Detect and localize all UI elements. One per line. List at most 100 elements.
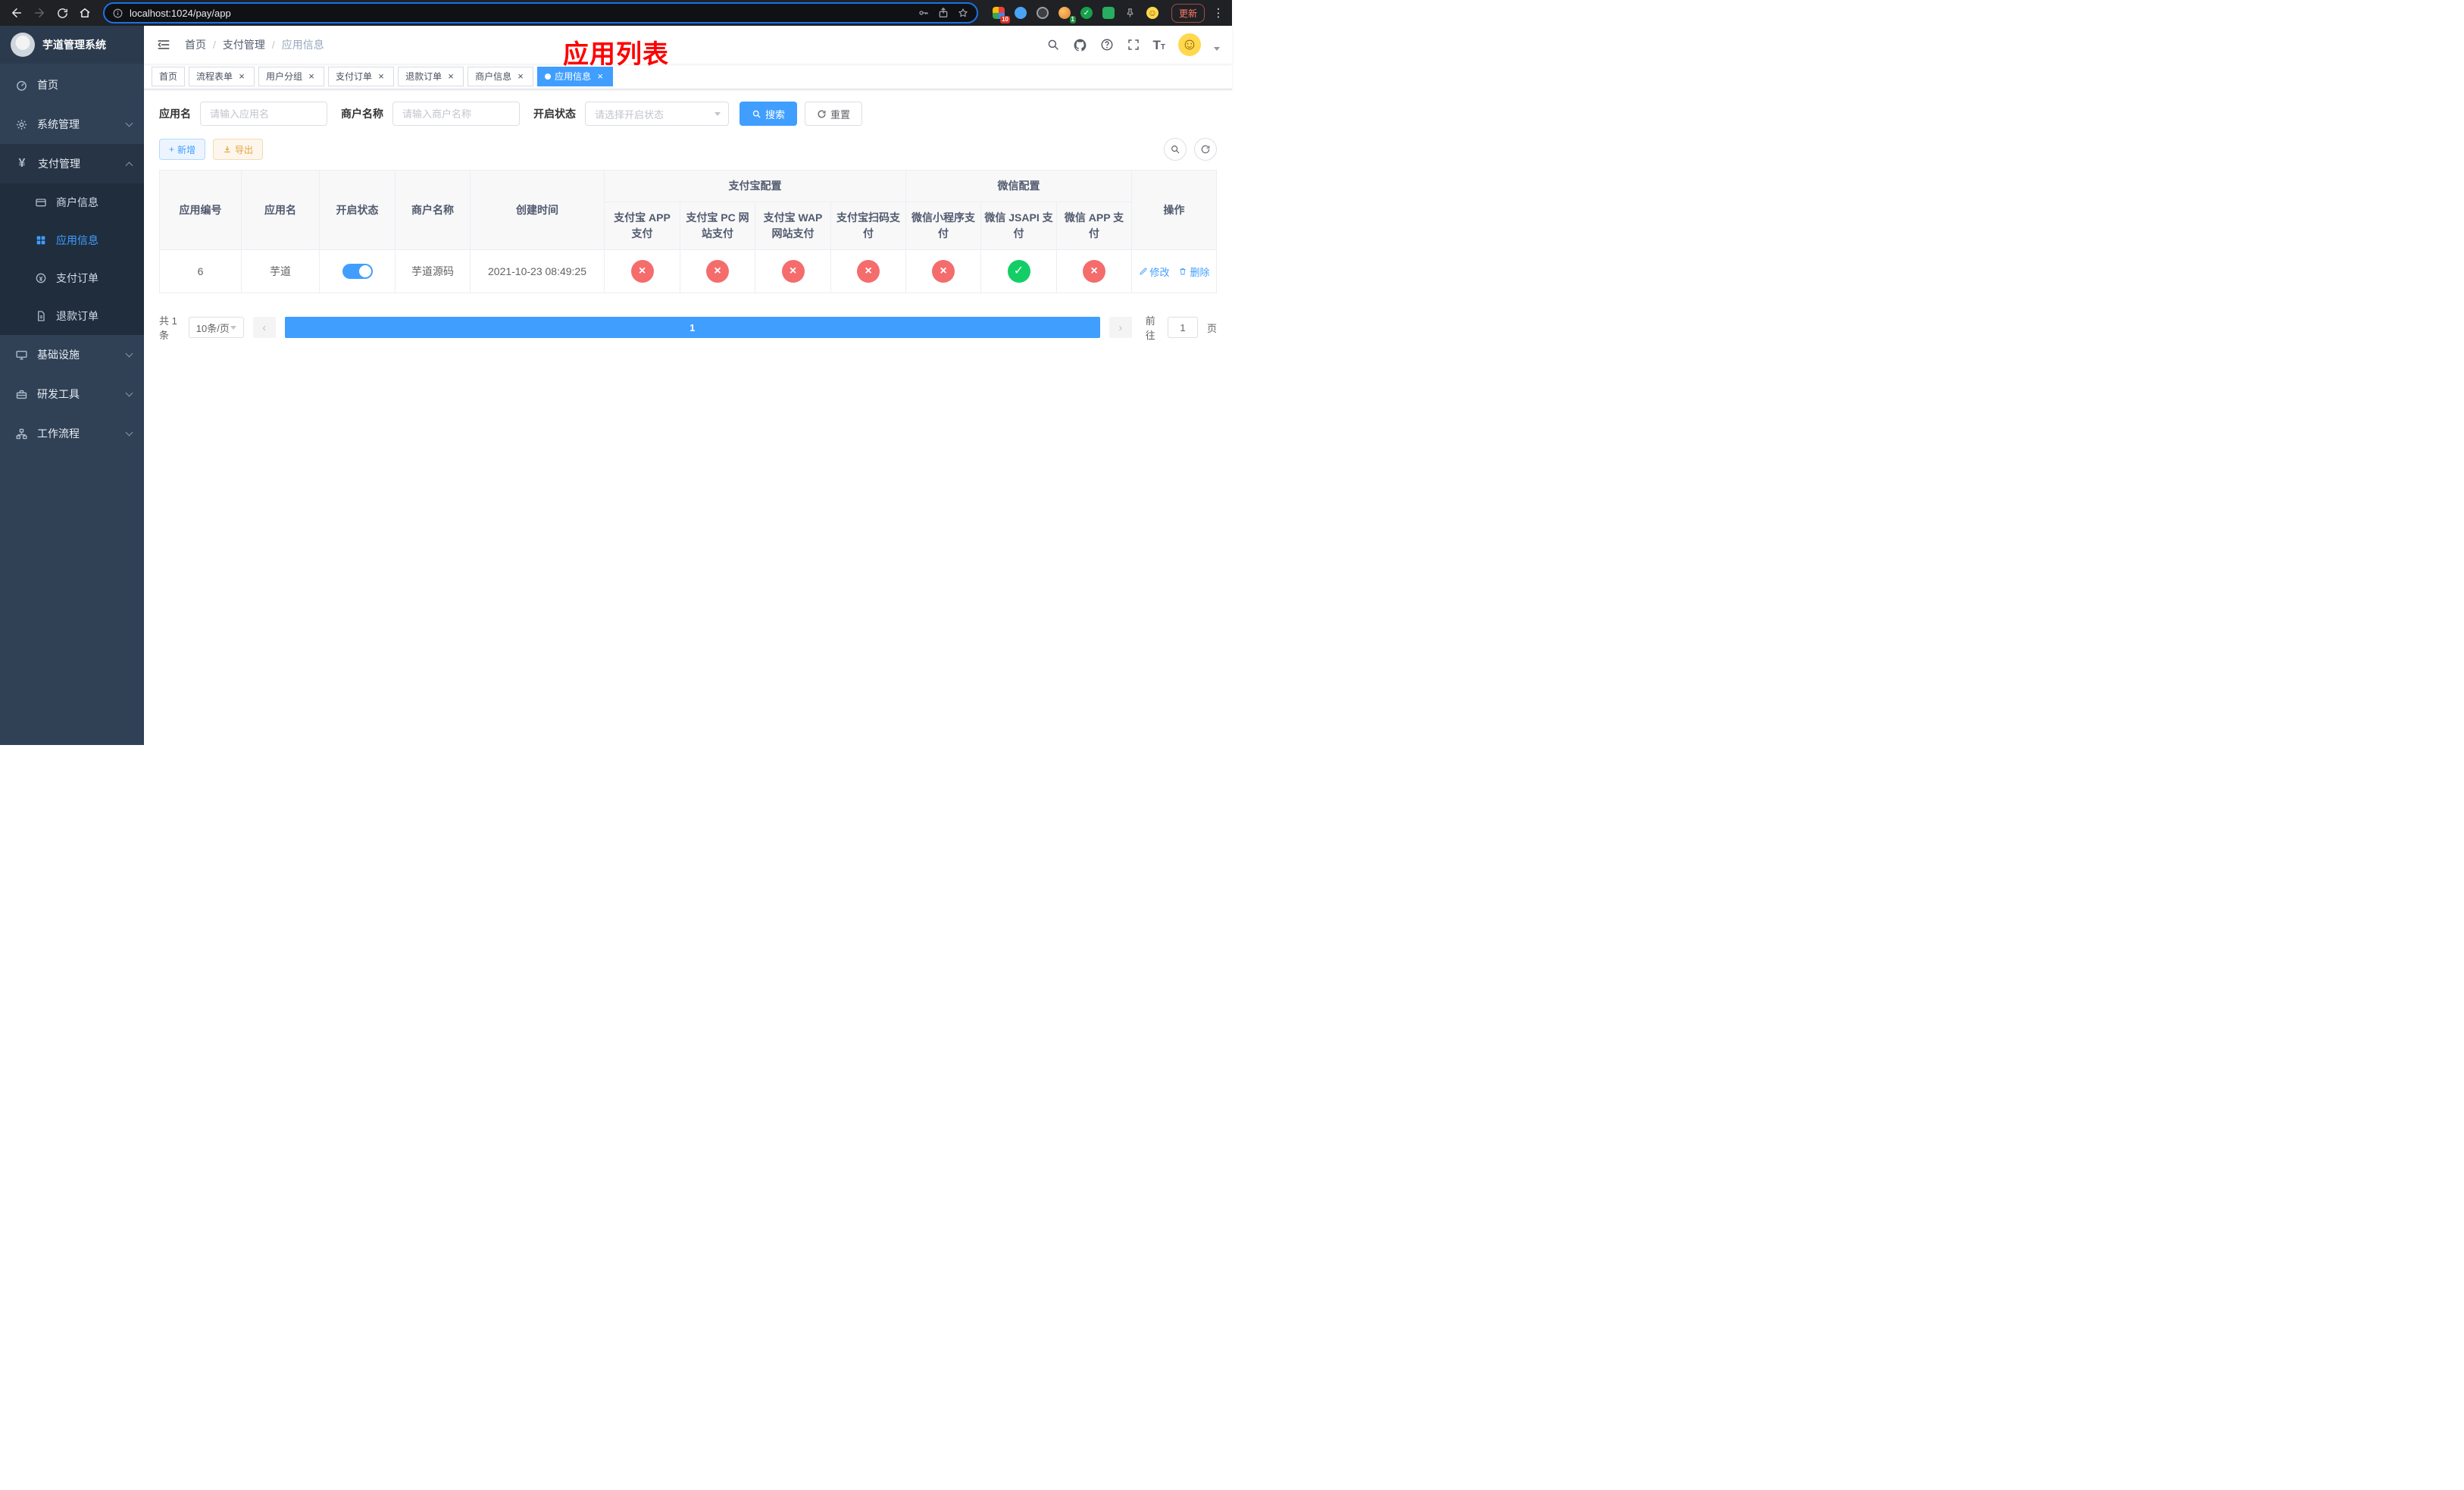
tab-user-group[interactable]: 用户分组 × <box>258 66 325 86</box>
site-info-icon[interactable] <box>112 8 124 19</box>
chevron-down-icon <box>125 389 133 397</box>
close-icon[interactable]: × <box>595 70 605 82</box>
tab-flow-form[interactable]: 流程表单 × <box>189 66 255 86</box>
back-icon[interactable] <box>6 2 27 23</box>
breadcrumb-item[interactable]: 支付管理 <box>223 37 265 52</box>
next-page-button[interactable]: › <box>1108 317 1132 338</box>
delete-link[interactable]: 删除 <box>1178 265 1209 279</box>
sidebar-item-label: 退款订单 <box>56 310 98 322</box>
share-icon[interactable] <box>937 7 949 19</box>
font-size-icon[interactable]: TT <box>1153 39 1166 52</box>
sidebar-item-infrastructure[interactable]: 基础设施 <box>0 335 144 374</box>
reset-button[interactable]: 重置 <box>805 102 863 126</box>
main-area: 首页 / 支付管理 / 应用信息 TT ☺ 首页 流程表单 × 用户分组 × 支… <box>144 26 1232 745</box>
forward-icon[interactable] <box>29 2 50 23</box>
address-bar[interactable]: localhost:1024/pay/app <box>103 2 978 23</box>
search-button[interactable]: 搜索 <box>740 102 798 126</box>
col-wechat-jsapi: 微信 JSAPI 支付 <box>980 202 1057 250</box>
reload-icon[interactable] <box>52 2 73 23</box>
extension-icon[interactable] <box>1014 6 1027 20</box>
browser-update-button[interactable]: 更新 <box>1171 3 1205 23</box>
cell-app-name: 芋道 <box>241 249 320 293</box>
merchant-name-input[interactable] <box>392 102 520 126</box>
tab-home[interactable]: 首页 <box>152 66 186 86</box>
extension-icon[interactable] <box>1102 6 1115 20</box>
bookmark-star-icon[interactable] <box>957 7 969 19</box>
add-button[interactable]: + 新增 <box>159 139 206 160</box>
cell-app-no: 6 <box>159 249 242 293</box>
payment-submenu: 商户信息 应用信息 支付订单 退款订单 <box>0 183 144 335</box>
goto-page-input[interactable] <box>1167 317 1198 338</box>
sidebar-menu: 首页 系统管理 ¥ 支付管理 商户信息 应用信息 支付订单 退款订单 基础设施 … <box>0 64 144 745</box>
top-navbar: 首页 / 支付管理 / 应用信息 TT ☺ <box>144 26 1232 64</box>
breadcrumb-item[interactable]: 首页 <box>185 37 206 52</box>
collapse-sidebar-icon[interactable] <box>156 37 171 52</box>
github-icon[interactable] <box>1073 38 1087 52</box>
closed-circle-icon: × <box>781 260 805 283</box>
sidebar-item-label: 研发工具 <box>37 388 80 400</box>
page-number-button[interactable]: 1 <box>284 317 1100 338</box>
tab-pay-order[interactable]: 支付订单 × <box>328 66 395 86</box>
grid-icon <box>36 236 45 245</box>
search-icon[interactable] <box>1046 38 1060 52</box>
breadcrumb-separator: / <box>271 39 275 51</box>
close-icon[interactable]: × <box>376 70 386 82</box>
tab-app-info[interactable]: 应用信息 × <box>537 66 614 86</box>
extension-icon[interactable] <box>1036 6 1049 20</box>
fullscreen-icon[interactable] <box>1127 38 1140 52</box>
password-key-icon[interactable] <box>918 7 930 19</box>
close-icon[interactable]: × <box>306 70 317 82</box>
pin-icon[interactable] <box>1124 6 1137 20</box>
monitor-icon <box>16 350 27 360</box>
prev-page-button[interactable]: ‹ <box>252 317 276 338</box>
close-icon[interactable]: × <box>446 70 456 82</box>
url-text: localhost:1024/pay/app <box>130 7 231 19</box>
close-icon[interactable]: × <box>515 70 526 82</box>
app-table: 应用编号 应用名 开启状态 商户名称 创建时间 支付宝配置 微信配置 操作 支付… <box>159 170 1217 293</box>
status-toggle[interactable] <box>342 264 373 279</box>
close-icon[interactable]: × <box>236 70 247 82</box>
sidebar-item-payment[interactable]: ¥ 支付管理 <box>0 144 144 183</box>
sidebar-item-workflow[interactable]: 工作流程 <box>0 414 144 453</box>
help-icon[interactable] <box>1100 38 1114 52</box>
tags-view: 首页 流程表单 × 用户分组 × 支付订单 × 退款订单 × 商户信息 × 应用… <box>144 64 1232 89</box>
user-avatar[interactable]: ☺ <box>1178 33 1201 56</box>
toggle-search-button[interactable] <box>1164 138 1187 161</box>
table-toolbar: + 新增 导出 <box>159 138 1217 161</box>
avatar-caret-icon[interactable] <box>1214 46 1220 51</box>
sidebar-item-home[interactable]: 首页 <box>0 65 144 105</box>
extension-icon[interactable]: 1 <box>1058 6 1076 23</box>
edit-link[interactable]: 修改 <box>1139 265 1170 279</box>
profile-avatar[interactable]: ☺ <box>1146 6 1159 20</box>
sidebar-item-label: 系统管理 <box>37 118 80 130</box>
sidebar-item-refund-order[interactable]: 退款订单 <box>0 297 144 335</box>
home-icon[interactable] <box>74 2 95 23</box>
col-created-at: 创建时间 <box>470 170 605 250</box>
cell-actions: 修改 删除 <box>1131 249 1217 293</box>
browser-menu-icon[interactable]: ⋮ <box>1211 6 1226 20</box>
sidebar-item-system[interactable]: 系统管理 <box>0 105 144 144</box>
navbar-actions: TT ☺ <box>1046 33 1220 56</box>
sidebar-item-pay-order[interactable]: 支付订单 <box>0 259 144 297</box>
sidebar-item-label: 支付订单 <box>56 272 98 284</box>
sidebar-item-app-info[interactable]: 应用信息 <box>0 221 144 259</box>
chevron-down-icon <box>125 119 133 127</box>
col-alipay-app: 支付宝 APP 支付 <box>604 202 680 250</box>
extension-check-icon[interactable]: ✓ <box>1080 6 1093 20</box>
extension-icon[interactable]: 10 <box>992 6 1010 23</box>
enabled-check-icon: ✓ <box>1007 260 1030 283</box>
refresh-table-button[interactable] <box>1194 138 1217 161</box>
download-icon <box>224 146 230 153</box>
export-button[interactable]: 导出 <box>213 139 264 160</box>
page-size-select[interactable]: 10条/页 <box>188 317 244 338</box>
sidebar-item-dev-tools[interactable]: 研发工具 <box>0 374 144 414</box>
tab-refund-order[interactable]: 退款订单 × <box>398 66 464 86</box>
app-name-input[interactable] <box>200 102 327 126</box>
sidebar-item-merchant-info[interactable]: 商户信息 <box>0 183 144 221</box>
extensions-cluster: 10 1 ✓ ☺ <box>986 6 1165 23</box>
status-select[interactable]: 请选择开启状态 <box>585 102 729 126</box>
col-wechat-app: 微信 APP 支付 <box>1055 202 1133 250</box>
sidebar-logo[interactable]: 芋道管理系统 <box>0 26 144 64</box>
cell-merchant: 芋道源码 <box>395 249 471 293</box>
tab-merchant-info[interactable]: 商户信息 × <box>467 66 534 86</box>
